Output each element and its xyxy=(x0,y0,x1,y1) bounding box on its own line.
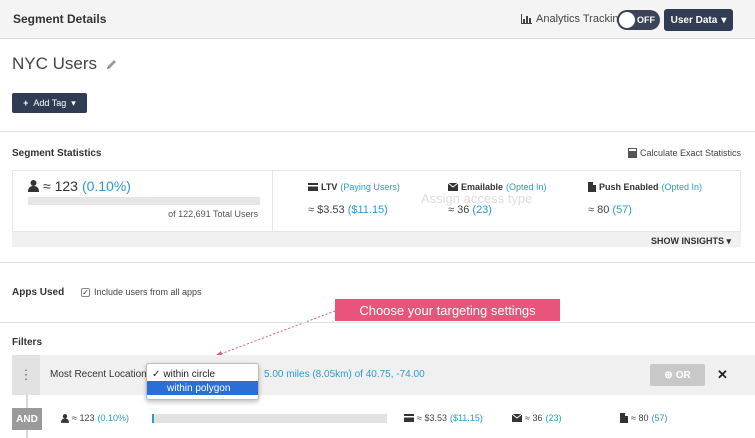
credit-card-icon xyxy=(308,183,318,191)
and-ltv-value: ≈ $3.53 xyxy=(417,413,447,423)
segment-name-text: NYC Users xyxy=(12,54,98,73)
page-title: Segment Details xyxy=(13,12,107,26)
calculate-label: Calculate Exact Statistics xyxy=(640,148,742,158)
ltv-paying-value: ($11.15) xyxy=(347,204,388,216)
add-tag-label: Add Tag xyxy=(33,98,67,108)
ltv-sub: (Paying Users) xyxy=(340,182,400,192)
statistics-panel: ≈ 123 (0.10%) of 122,691 Total Users LTV… xyxy=(12,170,741,247)
calculator-icon xyxy=(628,148,637,158)
and-count-value: ≈ 123 xyxy=(72,413,95,423)
option-label: within circle xyxy=(163,368,216,380)
filter-location-detail[interactable]: 5.00 miles (8.05km) of 40.75, -74.00 xyxy=(264,369,425,380)
show-insights-toggle[interactable]: SHOW INSIGHTS ▾ xyxy=(651,236,731,247)
watermark-text: Assign access type xyxy=(421,191,533,206)
and-user-count: ≈ 123 (0.10%) xyxy=(61,413,129,423)
and-emailable-opted: (23) xyxy=(545,413,562,423)
and-ltv-paying: ($11.15) xyxy=(449,413,483,423)
apps-used-label: Apps Used xyxy=(12,287,65,298)
and-emailable-value: ≈ 36 xyxy=(525,413,543,423)
analytics-toggle[interactable]: OFF xyxy=(617,10,660,30)
user-count-percent: (0.10%) xyxy=(81,178,131,194)
toggle-state-label: OFF xyxy=(637,15,655,25)
filter-label: Most Recent Location xyxy=(50,369,147,380)
user-data-button[interactable]: User Data ▾ xyxy=(664,9,733,31)
and-push: ≈ 80 (57) xyxy=(620,413,667,423)
add-tag-button[interactable]: + Add Tag ▾ xyxy=(12,93,87,113)
divider xyxy=(0,322,755,323)
ltv-stat: LTV (Paying Users) ≈ $3.53 ($11.15) xyxy=(308,182,400,216)
dropdown-option-within-polygon[interactable]: within polygon xyxy=(147,381,258,395)
user-count-value: ≈ 123 xyxy=(43,178,78,194)
header-bar: Segment Details Analytics Tracking OFF U… xyxy=(0,0,755,39)
include-all-apps-option[interactable]: ✓ Include users from all apps xyxy=(81,287,202,297)
envelope-icon xyxy=(512,414,522,422)
include-all-apps-checkbox[interactable]: ✓ xyxy=(81,287,90,297)
and-count-bar xyxy=(152,414,387,423)
and-push-opted: (57) xyxy=(651,413,668,423)
pencil-icon[interactable] xyxy=(105,58,118,71)
ltv-value: ≈ $3.53 xyxy=(308,204,345,216)
credit-card-icon xyxy=(404,414,414,422)
user-count-bar xyxy=(28,197,260,205)
user-data-label: User Data xyxy=(670,14,718,26)
location-filter-row: ⋮ Most Recent Location 5.00 miles (8.05k… xyxy=(12,355,755,395)
option-label: within polygon xyxy=(167,382,231,394)
and-emailable: ≈ 36 (23) xyxy=(512,413,561,423)
plus-circle-icon: ⊕ xyxy=(664,369,673,381)
and-ltv: ≈ $3.53 ($11.15) xyxy=(404,413,483,423)
envelope-icon xyxy=(448,183,458,191)
mobile-icon xyxy=(588,182,596,192)
push-label: Push Enabled xyxy=(599,182,659,192)
push-value: ≈ 80 xyxy=(588,204,610,216)
push-stat: Push Enabled (Opted In) ≈ 80 (57) xyxy=(588,182,702,216)
location-mode-dropdown[interactable]: ✓ within circle within polygon xyxy=(146,363,259,400)
divider xyxy=(0,262,755,263)
user-icon xyxy=(28,180,39,192)
or-button[interactable]: ⊕ OR xyxy=(650,364,705,386)
and-count-percent: (0.10%) xyxy=(97,413,129,423)
analytics-label: Analytics Tracking xyxy=(536,13,625,25)
user-count-card: ≈ 123 (0.10%) of 122,691 Total Users xyxy=(12,170,273,232)
mobile-icon xyxy=(620,413,628,423)
push-opted-value: (57) xyxy=(612,204,632,216)
total-users: of 122,691 Total Users xyxy=(168,209,258,219)
callout-arrow xyxy=(214,310,336,357)
close-icon[interactable]: ✕ xyxy=(717,367,728,383)
user-icon xyxy=(61,413,69,423)
checkmark-icon: ✓ xyxy=(152,368,161,380)
statistics-title: Segment Statistics xyxy=(12,148,102,159)
caret-down-icon: ▾ xyxy=(71,97,76,108)
analytics-tracking: Analytics Tracking xyxy=(521,13,625,25)
calculate-exact-statistics-link[interactable]: Calculate Exact Statistics xyxy=(628,148,741,158)
drag-handle-icon[interactable]: ⋮ xyxy=(12,355,40,395)
caret-down-icon: ▾ xyxy=(721,14,727,26)
ltv-label: LTV xyxy=(321,182,338,192)
segment-name: NYC Users xyxy=(12,54,118,74)
include-all-apps-label: Include users from all apps xyxy=(94,287,202,297)
and-badge: AND xyxy=(12,408,42,430)
push-sub: (Opted In) xyxy=(661,182,703,192)
bar-chart-icon xyxy=(521,14,532,24)
dropdown-option-within-circle[interactable]: ✓ within circle xyxy=(147,367,258,381)
show-insights-label: SHOW INSIGHTS xyxy=(651,236,725,246)
targeting-callout: Choose your targeting settings xyxy=(335,299,560,321)
toggle-knob xyxy=(619,12,635,28)
user-count: ≈ 123 (0.10%) xyxy=(28,178,131,194)
divider xyxy=(0,131,755,132)
plus-icon: + xyxy=(23,98,29,108)
filters-title: Filters xyxy=(12,337,43,348)
or-label: OR xyxy=(675,369,691,381)
and-push-value: ≈ 80 xyxy=(631,413,649,423)
caret-down-icon: ▾ xyxy=(726,236,732,246)
